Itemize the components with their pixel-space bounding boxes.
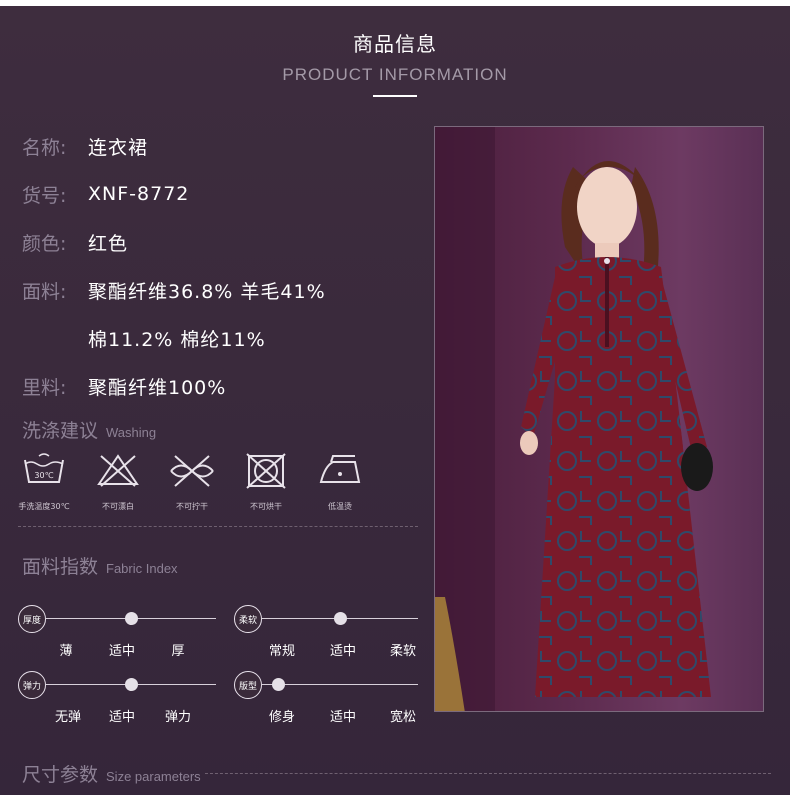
- product-info-list: 名称: 连衣裙 货号: XNF-8772 颜色: 红色 面料: 聚酯纤维36.8…: [22, 122, 422, 410]
- slider-knob: [125, 678, 138, 691]
- wash-item: 低温烫: [312, 452, 368, 512]
- size-params-title-en: Size parameters: [106, 769, 201, 784]
- info-row-fabric: 面料: 聚酯纤维36.8% 羊毛41%: [22, 266, 422, 314]
- sku-label: 货号:: [22, 184, 67, 207]
- softness-slider: 柔软 常规 适中 柔软: [234, 605, 434, 665]
- slider-track: [262, 684, 418, 685]
- info-row-name: 名称: 连衣裙: [22, 122, 422, 170]
- wash-caption: 不可拧干: [176, 502, 208, 511]
- elasticity-badge: 弹力: [18, 671, 46, 699]
- wash-item: 不可拧干: [164, 452, 220, 512]
- info-row-color: 颜色: 红色: [22, 218, 422, 266]
- lining-label: 里料:: [22, 376, 67, 399]
- wash-item: 30℃ 手洗温度30℃: [16, 452, 72, 512]
- wash-item: 不可漂白: [90, 452, 146, 512]
- name-value: 连衣裙: [88, 136, 149, 159]
- name-label: 名称:: [22, 136, 67, 159]
- product-photo: [434, 126, 764, 712]
- fabric-index-title-cn: 面料指数: [22, 556, 99, 578]
- thickness-badge: 厚度: [18, 605, 46, 633]
- washing-title-cn: 洗涤建议: [22, 420, 99, 442]
- wash-caption: 不可漂白: [102, 502, 134, 511]
- slider-knob: [271, 678, 285, 691]
- fabric-value-2: 棉11.2% 棉纶11%: [88, 328, 266, 351]
- washing-title-en: Washing: [106, 425, 157, 440]
- info-row-sku: 货号: XNF-8772: [22, 170, 422, 218]
- no-wring-icon: [167, 452, 217, 494]
- product-info-page: 商品信息 PRODUCT INFORMATION 名称: 连衣裙 货号: XNF…: [0, 0, 790, 795]
- top-strip: [0, 0, 790, 6]
- elasticity-slider: 弹力 无弹 适中 弹力: [18, 671, 218, 731]
- slider-knob: [334, 612, 347, 625]
- sku-value: XNF-8772: [88, 183, 190, 205]
- slider-label: 柔软: [389, 644, 417, 659]
- info-row-lining: 里料: 聚酯纤维100%: [22, 362, 422, 410]
- size-divider-dashed: [205, 773, 771, 774]
- model-dress-image: [435, 127, 713, 711]
- lining-value: 聚酯纤维100%: [88, 376, 227, 399]
- wash-caption: 不可烘干: [250, 502, 282, 511]
- size-params-title: 尺寸参数 Size parameters: [22, 760, 201, 787]
- header-divider: [373, 95, 417, 97]
- fabric-value-1: 聚酯纤维36.8% 羊毛41%: [88, 280, 326, 303]
- slider-label: 常规: [268, 644, 296, 659]
- fabric-label: 面料:: [22, 280, 67, 303]
- thickness-slider: 厚度 薄 适中 厚: [18, 605, 218, 665]
- hand-wash-30-icon: 30℃: [19, 452, 69, 494]
- no-bleach-icon: [93, 452, 143, 494]
- low-iron-icon: [315, 452, 365, 494]
- slider-label: 弹力: [164, 710, 192, 725]
- washing-icons: 30℃ 手洗温度30℃ 不可漂白 不可拧干 不可烘干 低温烫: [16, 452, 368, 512]
- header-title-cn: 商品信息: [353, 32, 437, 56]
- washing-title: 洗涤建议 Washing: [22, 416, 156, 443]
- fit-slider: 版型 修身 适中 宽松: [234, 671, 434, 731]
- color-label: 颜色:: [22, 232, 67, 255]
- no-tumble-dry-icon: [241, 452, 291, 494]
- slider-label: 适中: [108, 644, 136, 659]
- softness-badge: 柔软: [234, 605, 262, 633]
- slider-label: 无弹: [54, 710, 82, 725]
- slider-label: 适中: [329, 644, 357, 659]
- size-params-title-cn: 尺寸参数: [22, 764, 99, 786]
- color-value: 红色: [88, 232, 129, 255]
- fabric-index-title: 面料指数 Fabric Index: [22, 552, 178, 579]
- divider-dashed: [18, 526, 418, 527]
- fit-badge: 版型: [234, 671, 262, 699]
- slider-label: 适中: [329, 710, 357, 725]
- slider-label: 厚: [171, 644, 185, 659]
- slider-label: 适中: [108, 710, 136, 725]
- wash-caption: 手洗温度30℃: [18, 502, 70, 511]
- section-header: 商品信息 PRODUCT INFORMATION: [0, 28, 790, 97]
- slider-label: 宽松: [389, 710, 417, 725]
- slider-label: 薄: [59, 644, 73, 659]
- header-title-en: PRODUCT INFORMATION: [282, 65, 508, 84]
- slider-knob: [125, 612, 138, 625]
- slider-label: 修身: [268, 710, 296, 725]
- svg-text:30℃: 30℃: [34, 471, 53, 480]
- info-row-fabric-2: 棉11.2% 棉纶11%: [22, 314, 422, 362]
- wash-caption: 低温烫: [328, 502, 352, 511]
- wash-item: 不可烘干: [238, 452, 294, 512]
- fabric-index-title-en: Fabric Index: [106, 561, 178, 576]
